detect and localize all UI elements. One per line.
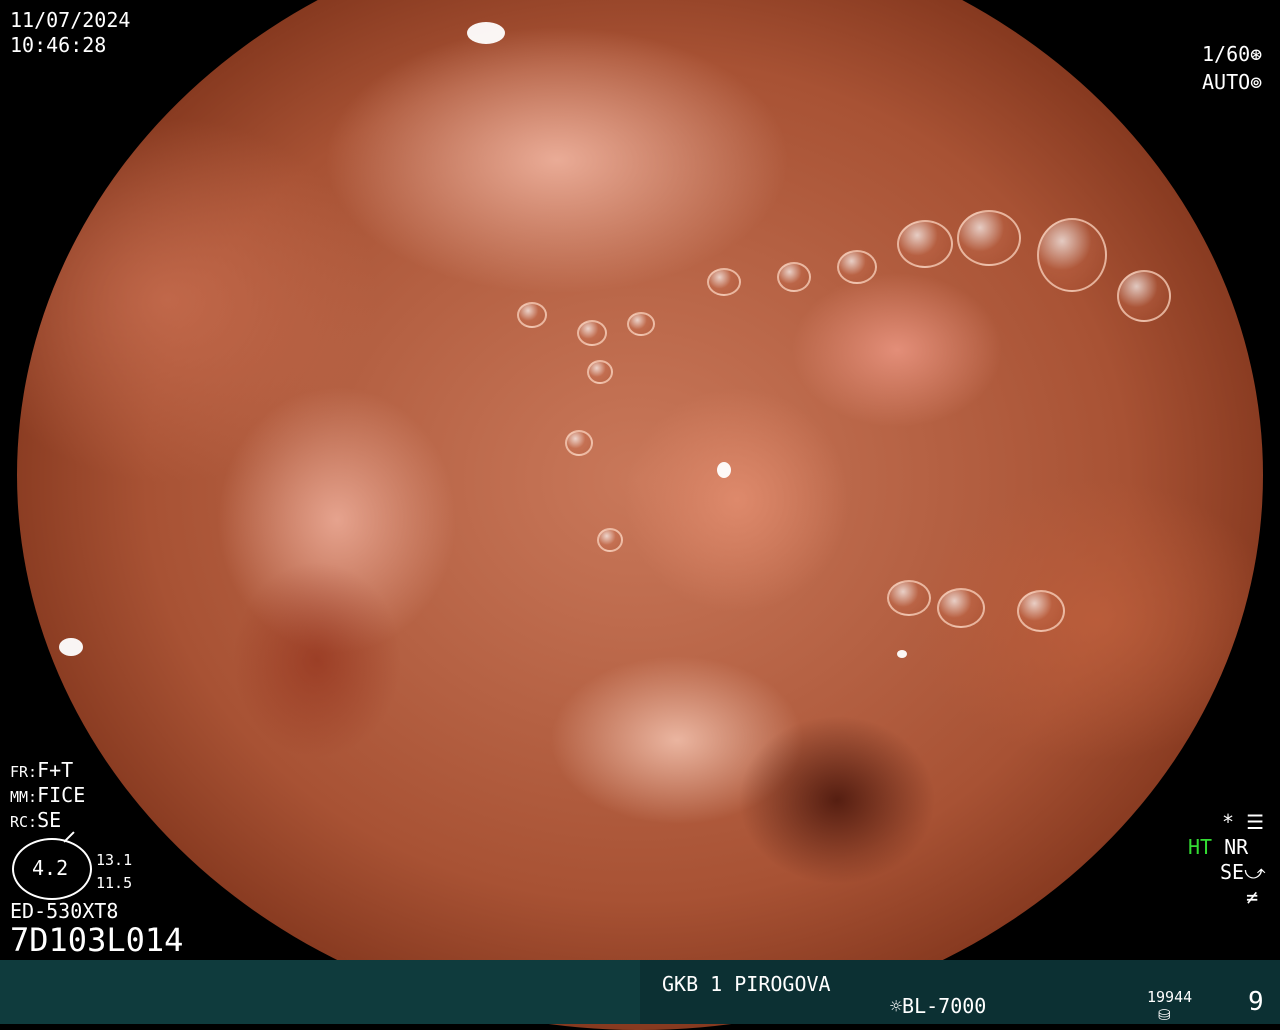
shutter-display: 1/60⊛ xyxy=(1202,42,1262,66)
status-bar-left xyxy=(0,960,640,1024)
bubble xyxy=(957,210,1021,266)
shutter-value: 1/60 xyxy=(1202,42,1251,66)
mm-setting: MM:FICE xyxy=(10,783,85,809)
bubble xyxy=(627,312,655,336)
settings-sliders-icon: ☰ xyxy=(1234,810,1265,834)
zoom-notch xyxy=(63,831,75,843)
fr-setting: FR:F+T xyxy=(10,758,73,784)
rc-value: SE xyxy=(37,808,62,832)
mode-display: AUTO⊚ xyxy=(1202,70,1262,94)
bubble xyxy=(1117,270,1171,322)
rc-setting: RC:SE xyxy=(10,808,61,834)
iris-icon: ⊚ xyxy=(1250,70,1263,94)
setting-value-2: 11.5 xyxy=(96,874,133,892)
bubble xyxy=(707,268,741,296)
bubble xyxy=(897,220,953,268)
bubble xyxy=(1017,590,1065,632)
curve-icon: ⤻ xyxy=(1244,860,1266,884)
indicator-star: * ☰ xyxy=(1222,810,1264,834)
specular-highlight xyxy=(467,22,505,44)
specular-highlight xyxy=(897,650,907,658)
star-label: * xyxy=(1222,810,1235,834)
aperture-icon: ⊛ xyxy=(1250,42,1263,66)
endoscopic-image xyxy=(17,0,1263,1030)
setting-value-1: 13.1 xyxy=(96,851,133,869)
mode-value: AUTO xyxy=(1202,70,1251,94)
hospital-name: GKB 1 PIROGOVA xyxy=(662,972,831,996)
bubble xyxy=(565,430,593,456)
specular-highlight xyxy=(59,638,83,656)
light-source-label: BL-7000 xyxy=(902,994,987,1018)
bubble xyxy=(937,588,985,628)
mm-label: MM: xyxy=(10,788,38,806)
time-display: 10:46:28 xyxy=(10,33,107,57)
light-source: ☼BL-7000 xyxy=(890,994,986,1018)
bubble xyxy=(1037,218,1107,292)
fr-label: FR: xyxy=(10,763,38,781)
nr-label: NR xyxy=(1224,835,1249,859)
specular-highlight xyxy=(717,462,731,478)
bubble xyxy=(597,528,623,552)
bubble xyxy=(887,580,931,616)
bubble xyxy=(837,250,877,284)
disk-stack-icon: ⛁ xyxy=(1158,1006,1171,1024)
indicator-ht-nr: HT NR xyxy=(1188,835,1248,859)
mm-value: FICE xyxy=(37,783,86,807)
zoom-value: 4.2 xyxy=(32,856,69,880)
ht-label: HT xyxy=(1188,835,1213,859)
bubble xyxy=(517,302,547,328)
sun-icon: ☼ xyxy=(890,994,903,1018)
date-display: 11/07/2024 xyxy=(10,8,131,32)
bubble xyxy=(577,320,607,346)
rc-label: RC: xyxy=(10,813,38,831)
scope-serial: 7D103L014 xyxy=(10,921,184,959)
page-number: 9 xyxy=(1248,987,1264,1017)
bubble xyxy=(777,262,811,292)
bubble xyxy=(587,360,613,384)
not-equal-icon: ≠ xyxy=(1246,885,1259,909)
fr-value: F+T xyxy=(37,758,74,782)
se-label: SE xyxy=(1220,860,1245,884)
indicator-se: SE⤻ xyxy=(1220,860,1265,884)
scope-model: ED-530XT8 xyxy=(10,899,119,923)
